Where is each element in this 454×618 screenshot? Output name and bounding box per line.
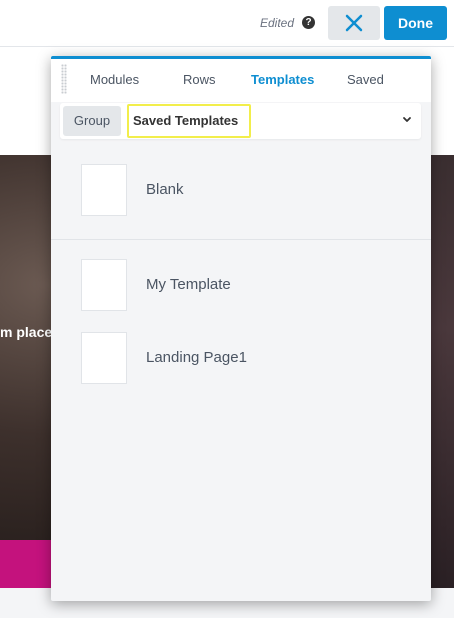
tab-templates[interactable]: Templates (251, 72, 314, 87)
done-button[interactable]: Done (384, 6, 447, 40)
close-button[interactable] (328, 6, 380, 40)
close-icon (345, 14, 363, 32)
content-panel: Modules Rows Templates Saved Group Saved… (51, 56, 431, 601)
help-icon[interactable]: ? (302, 16, 315, 29)
hero-text: m place (0, 324, 53, 340)
template-label: Landing Page1 (146, 349, 247, 366)
template-thumbnail (81, 259, 127, 311)
section-divider (51, 239, 431, 240)
group-selector[interactable]: Group Saved Templates (60, 103, 421, 139)
template-thumbnail (81, 332, 127, 384)
template-thumbnail (81, 164, 127, 216)
panel-tab-bar: Modules Rows Templates Saved (51, 59, 431, 102)
template-label: Blank (146, 181, 184, 198)
edited-status: Edited (260, 16, 295, 30)
tab-saved[interactable]: Saved (347, 72, 384, 87)
top-bar: Edited ? Done (0, 0, 454, 47)
chevron-down-icon[interactable] (400, 113, 414, 127)
template-item-blank[interactable]: Blank (81, 164, 381, 216)
hero-image-edge (430, 155, 454, 588)
group-label: Group (63, 106, 121, 136)
template-label: My Template (146, 276, 231, 293)
template-item-my-template[interactable]: My Template (81, 259, 381, 311)
template-item-landing-page1[interactable]: Landing Page1 (81, 332, 381, 384)
group-select-value[interactable]: Saved Templates (127, 104, 251, 138)
tab-rows[interactable]: Rows (183, 72, 216, 87)
drag-handle-icon[interactable] (61, 64, 67, 94)
tab-modules[interactable]: Modules (90, 72, 139, 87)
